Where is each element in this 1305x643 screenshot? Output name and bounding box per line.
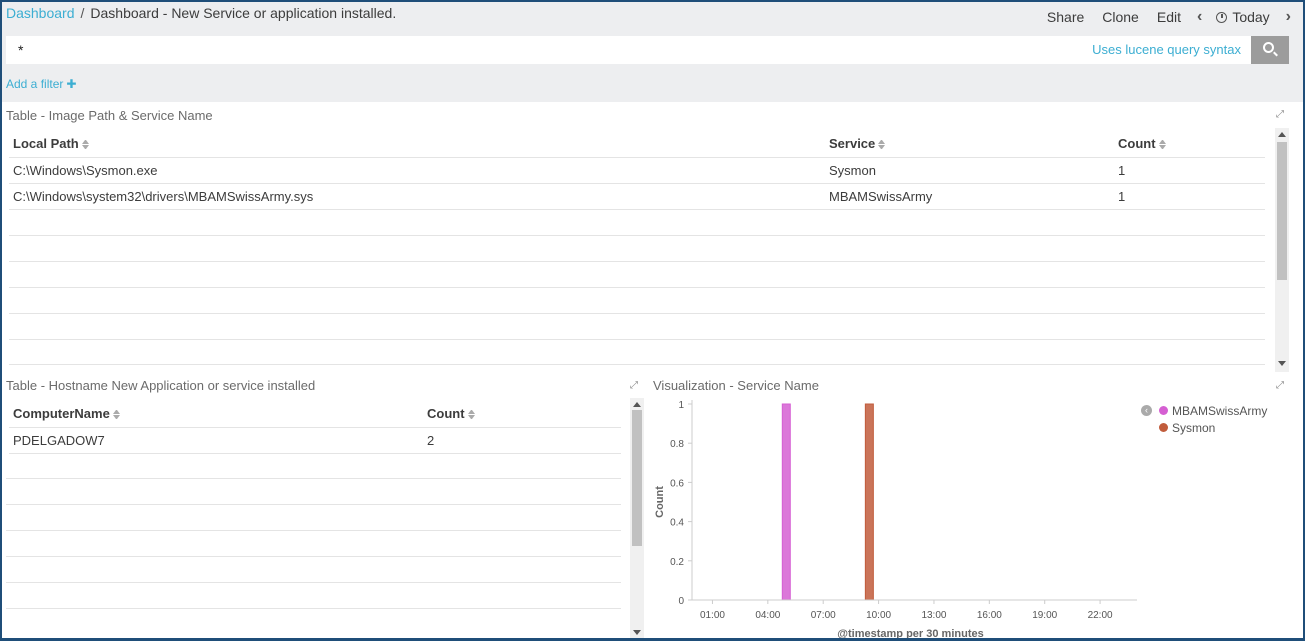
scroll-up-icon[interactable]	[1278, 132, 1286, 137]
chevron-left-icon[interactable]: ‹	[1197, 8, 1202, 26]
sort-icon	[468, 410, 475, 419]
search-input-value: *	[18, 42, 24, 58]
plus-icon: ✚	[66, 77, 77, 91]
search-input[interactable]: * Uses lucene query syntax	[6, 36, 1251, 64]
page-title: Dashboard - New Service or application i…	[90, 5, 397, 21]
column-header-computername[interactable]: ComputerName	[9, 401, 423, 428]
empty-row	[6, 504, 621, 505]
y-tick-label: 0.6	[670, 478, 684, 489]
sort-icon	[1159, 140, 1166, 149]
x-tick-label: 22:00	[1088, 610, 1113, 621]
empty-row	[6, 478, 621, 479]
x-tick-label: 13:00	[921, 610, 946, 621]
scroll-down-icon[interactable]	[1278, 361, 1286, 366]
column-header-count[interactable]: Count	[1114, 131, 1265, 158]
legend-label: Sysmon	[1172, 420, 1216, 435]
y-tick-label: 1	[678, 400, 684, 411]
lucene-syntax-link[interactable]: Uses lucene query syntax	[1092, 42, 1241, 57]
empty-row	[6, 582, 621, 583]
image-path-table: Local Path Service Count C:\Windows\Sysm…	[9, 131, 1265, 210]
scroll-down-icon[interactable]	[633, 630, 641, 635]
search-button[interactable]	[1251, 36, 1289, 64]
scrollbar-thumb[interactable]	[1277, 142, 1287, 280]
time-picker-label: Today	[1232, 9, 1270, 25]
panel-title-service-name: Visualization - Service Name	[653, 378, 819, 393]
breadcrumb-dashboard-link[interactable]: Dashboard	[6, 5, 75, 21]
legend-item-mbamswissarmy[interactable]: MBAMSwissArmy	[1159, 402, 1267, 419]
table-row: C:\Windows\system32\drivers\MBAMSwissArm…	[9, 183, 1265, 210]
x-tick-label: 04:00	[755, 610, 780, 621]
table-cell: C:\Windows\system32\drivers\MBAMSwissArm…	[9, 183, 825, 210]
clone-button[interactable]: Clone	[1102, 9, 1139, 25]
add-filter-label: Add a filter	[6, 77, 64, 91]
column-header-local-path[interactable]: Local Path	[9, 131, 825, 158]
service-name-chart: 0 0.2 0.4 0.6 0.8 1 01:00 04:00 07:00 10:00 13:00…	[654, 400, 1137, 640]
search-icon	[1263, 42, 1274, 53]
empty-row	[6, 608, 621, 609]
legend-dot	[1159, 423, 1168, 432]
empty-row	[9, 364, 1265, 365]
scrollbar[interactable]	[1275, 128, 1289, 372]
y-tick-label: 0.8	[670, 439, 684, 450]
x-tick-label: 10:00	[866, 610, 891, 621]
y-tick-label: 0.2	[670, 557, 684, 568]
table-cell: 2	[423, 427, 621, 454]
breadcrumb-separator: /	[80, 5, 85, 21]
chevron-right-icon[interactable]: ›	[1286, 8, 1291, 26]
expand-icon[interactable]: ⤢	[1276, 381, 1286, 391]
table-row: C:\Windows\Sysmon.exe Sysmon 1	[9, 157, 1265, 184]
sort-icon	[82, 140, 89, 149]
y-tick-label: 0	[678, 596, 684, 607]
expand-icon[interactable]: ⤢	[1276, 110, 1286, 120]
empty-row	[9, 339, 1265, 340]
scroll-up-icon[interactable]	[633, 402, 641, 407]
table-cell: MBAMSwissArmy	[825, 183, 1114, 210]
table-cell: C:\Windows\Sysmon.exe	[9, 157, 825, 184]
table-cell: 1	[1114, 157, 1265, 184]
share-button[interactable]: Share	[1047, 9, 1084, 25]
x-tick-label: 07:00	[811, 610, 836, 621]
scrollbar-thumb[interactable]	[632, 410, 642, 546]
hostname-table: ComputerName Count PDELGADOW7 2	[9, 401, 621, 454]
empty-row	[9, 313, 1265, 314]
toolbar: Share Clone Edit ‹ Today ›	[1029, 8, 1291, 26]
legend-dot	[1159, 406, 1168, 415]
legend-item-sysmon[interactable]: Sysmon	[1159, 419, 1267, 436]
column-header-count[interactable]: Count	[423, 401, 621, 428]
add-filter-button[interactable]: Add a filter ✚	[6, 77, 76, 91]
bar-mbamswissarmy[interactable]	[781, 403, 791, 601]
panel-title-image-path: Table - Image Path & Service Name	[6, 108, 213, 123]
x-tick-label: 01:00	[700, 610, 725, 621]
scrollbar[interactable]	[630, 398, 644, 640]
column-header-service[interactable]: Service	[825, 131, 1114, 158]
legend-label: MBAMSwissArmy	[1172, 403, 1268, 418]
chart-legend: MBAMSwissArmy Sysmon	[1159, 402, 1267, 436]
bar-sysmon[interactable]	[864, 403, 874, 601]
empty-row	[6, 530, 621, 531]
legend-toggle-icon[interactable]: ‹	[1141, 405, 1152, 416]
table-cell: PDELGADOW7	[9, 427, 423, 454]
empty-row	[6, 556, 621, 557]
expand-icon[interactable]: ⤢	[630, 381, 640, 391]
sort-icon	[878, 140, 885, 149]
clock-icon	[1216, 11, 1228, 23]
breadcrumb: Dashboard / Dashboard - New Service or app…	[6, 5, 396, 21]
table-cell: 1	[1114, 183, 1265, 210]
sort-icon	[113, 410, 120, 419]
time-picker-button[interactable]: Today	[1216, 9, 1270, 25]
x-tick-label: 16:00	[977, 610, 1002, 621]
edit-button[interactable]: Edit	[1157, 9, 1181, 25]
table-cell: Sysmon	[825, 157, 1114, 184]
y-axis-label: Count	[654, 486, 666, 518]
empty-row	[9, 235, 1265, 236]
panel-title-hostname: Table - Hostname New Application or serv…	[6, 378, 316, 393]
empty-row	[9, 261, 1265, 262]
table-row: PDELGADOW7 2	[9, 427, 621, 454]
y-tick-label: 0.4	[670, 518, 684, 529]
empty-row	[9, 287, 1265, 288]
x-tick-label: 19:00	[1032, 610, 1057, 621]
